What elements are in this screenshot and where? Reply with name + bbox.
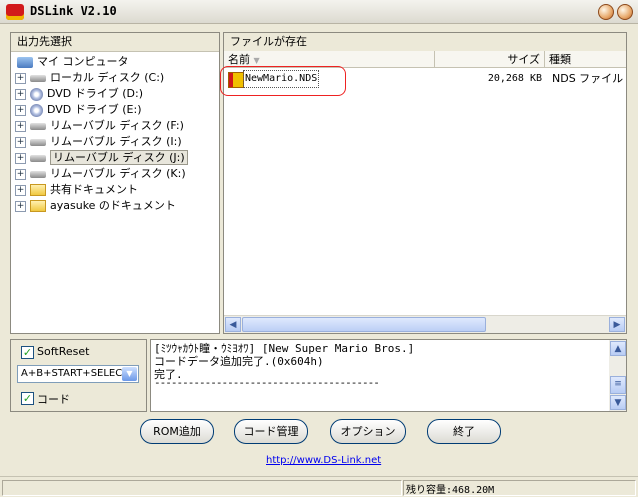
tree-item[interactable]: + ayasuke のドキュメント xyxy=(15,198,176,214)
softreset-label: SoftReset xyxy=(37,345,90,358)
scroll-up-icon[interactable]: ▲ xyxy=(610,341,626,356)
tree-item[interactable]: + DVD ドライブ (E:) xyxy=(15,102,142,118)
hard-drive-icon xyxy=(30,74,46,82)
softreset-checkbox[interactable]: ✓ xyxy=(21,346,34,359)
expand-plus-icon[interactable]: + xyxy=(15,104,26,116)
scroll-right-icon[interactable]: ▶ xyxy=(609,317,625,332)
dvd-drive-icon xyxy=(30,87,43,101)
expand-plus-icon[interactable]: + xyxy=(15,72,26,84)
dvd-drive-icon xyxy=(30,103,43,117)
sort-arrow-icon: ▼ xyxy=(253,56,260,65)
code-manage-button[interactable]: コード管理 xyxy=(234,419,308,444)
file-type: NDS ファイル xyxy=(552,72,624,85)
website-link[interactable]: http://www.DS-Link.net xyxy=(266,455,381,466)
tree-item-label: ローカル ディスク (C:) xyxy=(50,71,165,84)
expand-plus-icon[interactable]: + xyxy=(15,152,26,164)
log-line: ---------------------------------------- xyxy=(154,376,380,389)
horizontal-scrollbar[interactable]: ◀ ▶ xyxy=(224,315,626,333)
title-bar: DSLink V2.10 xyxy=(0,0,638,24)
tree-item[interactable]: + リムーバブル ディスク (K:) xyxy=(15,166,186,182)
expand-plus-icon[interactable]: + xyxy=(15,168,26,180)
file-size: 20,268 KB xyxy=(487,73,542,84)
expand-plus-icon[interactable]: + xyxy=(15,184,26,196)
expand-plus-icon[interactable]: + xyxy=(15,120,26,132)
tree-item[interactable]: + ローカル ディスク (C:) xyxy=(15,70,164,86)
status-cell-left xyxy=(2,480,402,496)
tree-item-label: リムーバブル ディスク (F:) xyxy=(50,119,184,132)
column-name-label: 名前 xyxy=(228,53,250,66)
tree-item[interactable]: + DVD ドライブ (D:) xyxy=(15,86,143,102)
tree-item-label: リムーバブル ディスク (I:) xyxy=(50,135,182,148)
folder-icon xyxy=(30,200,46,212)
scroll-down-icon[interactable]: ▼ xyxy=(610,395,626,410)
vertical-scrollbar[interactable]: ▲ ≡ ▼ xyxy=(609,340,626,411)
removable-disk-icon xyxy=(30,138,46,146)
folder-icon xyxy=(30,184,46,196)
tree-item-label: マイ コンピュータ xyxy=(37,55,129,68)
options-button[interactable]: オプション xyxy=(330,419,406,444)
expand-plus-icon[interactable]: + xyxy=(15,136,26,148)
tree-item[interactable]: + リムーバブル ディスク (I:) xyxy=(15,134,182,150)
chevron-down-icon[interactable]: ▼ xyxy=(122,367,137,381)
scroll-thumb[interactable] xyxy=(242,317,486,332)
reset-combo-value: A+B+START+SELECT xyxy=(21,368,129,379)
scroll-left-icon[interactable]: ◀ xyxy=(225,317,241,332)
window-title: DSLink V2.10 xyxy=(30,4,117,18)
exit-button[interactable]: 終了 xyxy=(427,419,501,444)
close-button[interactable] xyxy=(617,4,633,20)
status-bar: 残り容量:468.20M xyxy=(0,476,638,497)
minimize-button[interactable] xyxy=(598,4,614,20)
tree-item-label: ayasuke のドキュメント xyxy=(50,199,176,212)
computer-icon xyxy=(17,56,33,68)
destination-header: 出力先選択 xyxy=(11,33,219,52)
tree-item-label: DVD ドライブ (D:) xyxy=(47,87,144,100)
app-icon xyxy=(6,4,24,20)
tree-item-label: リムーバブル ディスク (J:) xyxy=(50,150,188,165)
remaining-capacity: 残り容量:468.20M xyxy=(406,485,495,496)
tree-item[interactable]: + リムーバブル ディスク (J:) xyxy=(15,150,188,166)
file-list-header: ファイルが存在 xyxy=(224,33,626,52)
add-rom-button[interactable]: ROM追加 xyxy=(140,419,214,444)
tree-item-label: DVD ドライブ (E:) xyxy=(47,103,142,116)
expand-plus-icon[interactable]: + xyxy=(15,88,26,100)
tree-item[interactable]: マイ コンピュータ xyxy=(15,54,129,70)
code-checkbox[interactable]: ✓ xyxy=(21,392,34,405)
tree-item-label: リムーバブル ディスク (K:) xyxy=(50,167,186,180)
expand-plus-icon[interactable]: + xyxy=(15,200,26,212)
code-label: コード xyxy=(37,393,70,406)
tree-item-label: 共有ドキュメント xyxy=(50,183,138,196)
column-type[interactable]: 種類 xyxy=(545,51,626,68)
removable-disk-icon xyxy=(30,154,46,162)
red-highlight-circle xyxy=(220,66,346,96)
removable-disk-icon xyxy=(30,170,46,178)
tree-item[interactable]: + リムーバブル ディスク (F:) xyxy=(15,118,184,134)
log-output[interactable]: [ﾐﾂｳｬｶｳﾄ瞳・ｳﾐﾖｵﾜ] [New Super Mario Bros.]… xyxy=(150,339,627,412)
tree-item[interactable]: + 共有ドキュメント xyxy=(15,182,138,198)
destination-tree-pane: 出力先選択 マイ コンピュータ + ローカル ディスク (C:) + DVD ドライブ … xyxy=(10,32,220,334)
removable-disk-icon xyxy=(30,122,46,130)
column-size[interactable]: サイズ xyxy=(435,51,545,68)
scroll-thumb[interactable]: ≡ xyxy=(610,376,626,394)
reset-combo-select[interactable]: A+B+START+SELECT ▼ xyxy=(17,365,139,383)
